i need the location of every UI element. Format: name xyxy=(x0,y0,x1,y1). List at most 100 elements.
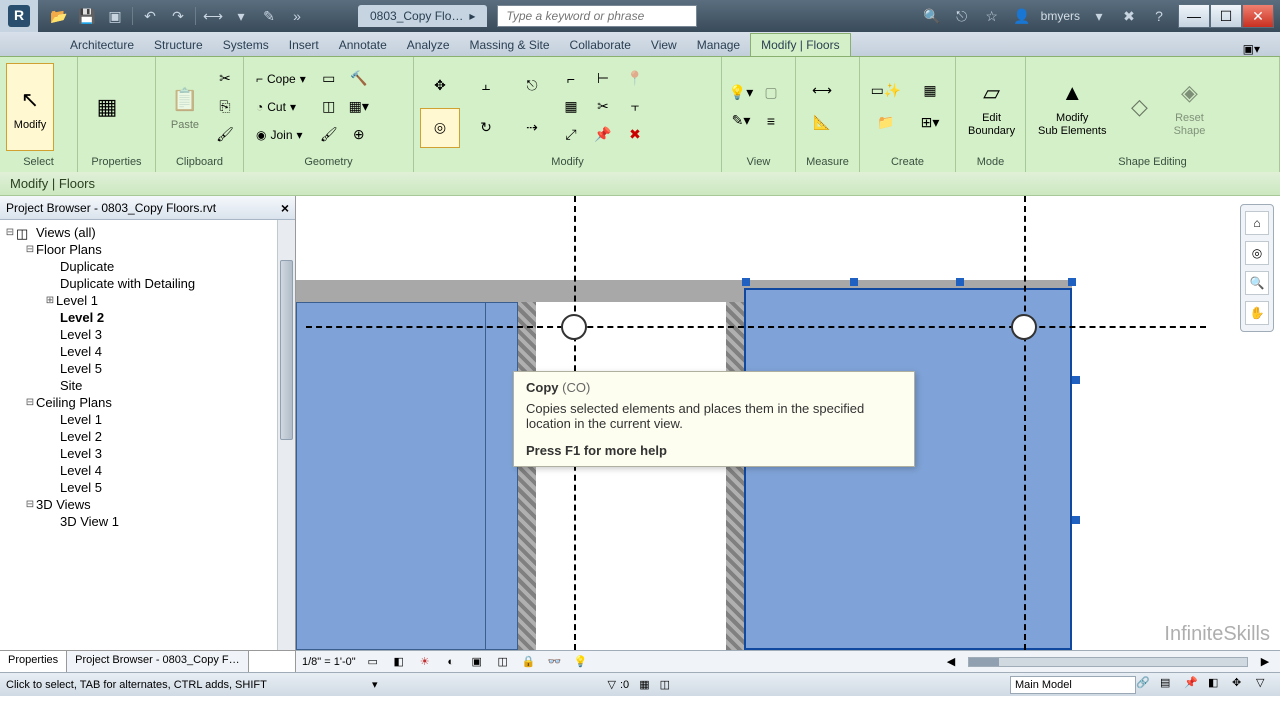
tree-item[interactable]: Level 1 xyxy=(60,412,102,427)
detail-level-icon[interactable]: ▭ xyxy=(364,654,382,670)
tree-expand-icon[interactable]: ⊞ xyxy=(44,295,56,306)
binoculars-icon[interactable]: 🔍 xyxy=(921,5,943,27)
geom-dd-icon[interactable]: ▦▾ xyxy=(346,94,372,120)
tab-insert[interactable]: Insert xyxy=(279,34,329,56)
panel-toggle-icon[interactable]: ▣▾ xyxy=(1243,42,1260,56)
scroll-right-icon[interactable]: ▶ xyxy=(1256,654,1274,670)
scale-icon[interactable]: ⤢ xyxy=(558,122,584,148)
tab-modify-floors[interactable]: Modify | Floors xyxy=(750,33,850,56)
paste-button[interactable]: 📋 Paste xyxy=(162,63,208,151)
modify-qat-icon[interactable]: ✎ xyxy=(258,5,280,27)
tree-item[interactable]: Level 2 xyxy=(60,429,102,444)
shadows-icon[interactable]: ◐ xyxy=(442,654,460,670)
help-icon[interactable]: ? xyxy=(1148,5,1170,27)
crop-view-icon[interactable]: ▣ xyxy=(468,654,486,670)
lock-3d-icon[interactable]: 🔒 xyxy=(520,654,538,670)
nav-home-icon[interactable]: ⌂ xyxy=(1245,211,1269,235)
tree-item[interactable]: Level 5 xyxy=(60,361,102,376)
array-icon[interactable]: ▦ xyxy=(558,94,584,120)
workset-dropdown[interactable]: Main Model xyxy=(1010,676,1136,694)
beam-join-icon[interactable]: ⊕ xyxy=(346,122,372,148)
tree-item-active[interactable]: Level 2 xyxy=(60,310,104,325)
copy-button[interactable]: ◎ xyxy=(420,108,460,148)
save-icon[interactable]: 💾 xyxy=(76,5,98,27)
tree-item[interactable]: Level 3 xyxy=(60,327,102,342)
create-similar-icon[interactable]: ▭✨ xyxy=(866,76,906,106)
highlight-icon[interactable]: ✎▾ xyxy=(728,108,754,134)
measure-tool-icon[interactable]: 📐 xyxy=(802,108,842,138)
tree-item[interactable]: Duplicate with Detailing xyxy=(60,276,195,291)
scroll-left-icon[interactable]: ◀ xyxy=(942,654,960,670)
move-button[interactable]: ✥ xyxy=(420,66,460,106)
measure-dd-icon[interactable]: ▾ xyxy=(230,5,252,27)
sync-icon[interactable]: ▣ xyxy=(104,5,126,27)
join-button[interactable]: ◉Join ▾ xyxy=(250,122,312,148)
create-group-icon[interactable]: ▦ xyxy=(910,76,950,106)
pb-scrollbar[interactable] xyxy=(277,220,295,650)
minimize-button[interactable]: — xyxy=(1178,4,1210,28)
user-icon[interactable]: 👤 xyxy=(1011,5,1033,27)
crop-region-icon[interactable]: ◫ xyxy=(494,654,512,670)
maximize-button[interactable]: ☐ xyxy=(1210,4,1242,28)
cut-geom-button[interactable]: ◔Cut ▾ xyxy=(250,94,312,120)
select-face-icon[interactable]: ◧ xyxy=(1208,676,1226,694)
modify-sub-button[interactable]: ▲ Modify Sub Elements xyxy=(1032,63,1112,151)
delete-icon[interactable]: ✖ xyxy=(622,122,648,148)
tree-item[interactable]: Site xyxy=(60,378,82,393)
tab-collaborate[interactable]: Collaborate xyxy=(560,34,641,56)
redo-icon[interactable]: ↷ xyxy=(167,5,189,27)
tree-item[interactable]: Level 3 xyxy=(60,446,102,461)
sun-path-icon[interactable]: ☀ xyxy=(416,654,434,670)
comm-icon[interactable]: ⎋ xyxy=(951,5,973,27)
status-ext-icon[interactable]: ▾ xyxy=(372,678,378,691)
mirror-axis-button[interactable]: ⎋ xyxy=(512,66,552,106)
exchange-icon[interactable]: ✖ xyxy=(1118,5,1140,27)
reveal-hidden-icon[interactable]: 💡 xyxy=(572,654,590,670)
dimension-icon[interactable]: ⟷ xyxy=(802,76,842,106)
demolish-icon[interactable]: 🔨 xyxy=(346,66,372,92)
drag-elements-icon[interactable]: ✥ xyxy=(1232,676,1250,694)
qat-overflow-icon[interactable]: » xyxy=(286,5,308,27)
nav-wheel-icon[interactable]: ◎ xyxy=(1245,241,1269,265)
tree-collapse-icon[interactable]: ⊟ xyxy=(4,227,16,238)
tab-analyze[interactable]: Analyze xyxy=(397,34,460,56)
nav-zoom-icon[interactable]: 🔍 xyxy=(1245,271,1269,295)
tree-collapse-icon[interactable]: ⊟ xyxy=(24,244,36,255)
pb-close-icon[interactable]: × xyxy=(281,200,289,216)
scale-label[interactable]: 1/8" = 1'-0" xyxy=(302,656,356,668)
rotate-button[interactable]: ↻ xyxy=(466,108,506,148)
cut-clipboard-icon[interactable]: ✂ xyxy=(212,66,238,92)
copy-clipboard-icon[interactable]: ⎘ xyxy=(212,94,238,120)
editable-icon[interactable]: ▦ xyxy=(639,678,649,691)
lightbulb-icon[interactable]: 💡▾ xyxy=(728,80,754,106)
linework-icon[interactable]: ≡ xyxy=(758,108,784,134)
create-family-icon[interactable]: 📁 xyxy=(866,108,906,138)
split-face-icon[interactable]: ◫ xyxy=(316,94,342,120)
pb-tab-browser[interactable]: Project Browser - 0803_Copy F… xyxy=(67,651,248,672)
tab-manage[interactable]: Manage xyxy=(687,34,750,56)
filter-icon[interactable]: ▽ xyxy=(608,678,616,691)
align-button[interactable]: ⫠ xyxy=(466,66,506,106)
user-dd-icon[interactable]: ▾ xyxy=(1088,5,1110,27)
tree-collapse-icon[interactable]: ⊟ xyxy=(24,499,36,510)
trim-single-icon[interactable]: ⊢ xyxy=(590,66,616,92)
offset-button[interactable]: ⇢ xyxy=(512,108,552,148)
cope-button[interactable]: ⌐Cope ▾ xyxy=(250,66,312,92)
trim-corner-icon[interactable]: ⌐ xyxy=(558,66,584,92)
nav-pan-icon[interactable]: ✋ xyxy=(1245,301,1269,325)
tree-collapse-icon[interactable]: ⊟ xyxy=(24,397,36,408)
tree-item[interactable]: Level 4 xyxy=(60,463,102,478)
tree-item[interactable]: Level 5 xyxy=(60,480,102,495)
tree-views-root[interactable]: Views (all) xyxy=(36,225,96,240)
close-button[interactable]: ✕ xyxy=(1242,4,1274,28)
add-point-button[interactable]: ◇ xyxy=(1116,63,1162,151)
document-tab[interactable]: 0803_Copy Flo… ▸ xyxy=(358,5,487,27)
create-assembly-icon[interactable]: ⊞▾ xyxy=(910,108,950,138)
tab-massing-site[interactable]: Massing & Site xyxy=(460,34,560,56)
select-pinned-icon[interactable]: 📌 xyxy=(1184,676,1202,694)
temp-hide-icon[interactable]: 👓 xyxy=(546,654,564,670)
wall-opening-icon[interactable]: ▭ xyxy=(316,66,342,92)
pb-tab-properties[interactable]: Properties xyxy=(0,651,67,672)
visual-style-icon[interactable]: ◧ xyxy=(390,654,408,670)
app-icon[interactable] xyxy=(0,0,38,32)
